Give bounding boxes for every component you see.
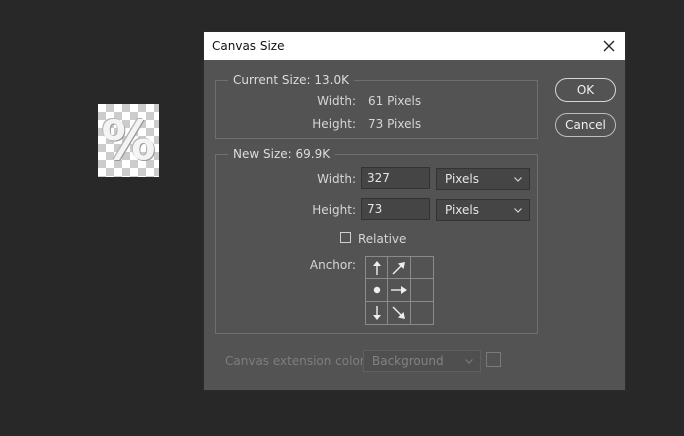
anchor-top-right[interactable] [410,257,433,280]
extension-color-value: Background [372,354,444,368]
width-unit-value: Pixels [445,172,480,186]
close-icon [603,40,615,52]
current-height-label: Height: [312,117,356,131]
cancel-button[interactable]: Cancel [555,113,616,137]
height-unit-select[interactable]: Pixels [436,199,530,221]
canvas-thumbnail: % [98,104,159,177]
anchor-grid [365,256,434,325]
height-input[interactable] [361,198,430,220]
current-width-value: 61 Pixels [368,94,422,108]
width-unit-select[interactable]: Pixels [436,168,530,190]
anchor-label: Anchor: [309,258,356,272]
chevron-down-icon [514,177,522,182]
new-width-label: Width: [317,172,356,186]
anchor-bottom-left[interactable] [366,301,389,324]
arrow-up-icon [372,260,381,275]
relative-checkbox[interactable] [340,232,351,243]
thumbnail-glyph: % [101,108,156,172]
width-input[interactable] [361,167,430,189]
new-height-label: Height: [312,203,356,217]
relative-label[interactable]: Relative [358,232,406,246]
current-size-legend: Current Size: 13.0K [228,73,354,87]
anchor-dot-icon [373,286,380,294]
new-size-legend: New Size: 69.9K [228,147,336,161]
canvas-size-dialog: Canvas Size Current Size: 13.0K Width: 6… [203,31,626,391]
chevron-down-icon [465,359,473,364]
anchor-bottom-center[interactable] [388,301,411,324]
arrow-down-right-icon [392,306,405,319]
arrow-down-icon [372,305,381,320]
extension-color-swatch[interactable] [486,352,501,367]
dialog-title: Canvas Size [212,39,285,53]
extension-color-select[interactable]: Background [363,350,481,372]
arrow-right-icon [390,285,407,294]
current-width-label: Width: [317,94,356,108]
ok-button[interactable]: OK [555,78,616,102]
extension-color-label: Canvas extension color: [225,354,369,368]
anchor-center[interactable] [388,279,411,302]
anchor-top-center[interactable] [388,257,411,280]
height-unit-value: Pixels [445,203,480,217]
close-button[interactable] [599,36,619,56]
arrow-up-right-icon [392,261,405,275]
dialog-titlebar: Canvas Size [204,32,625,60]
anchor-top-left[interactable] [366,257,389,280]
current-height-value: 73 Pixels [368,117,422,131]
anchor-bottom-right[interactable] [411,302,433,324]
anchor-middle-right[interactable] [410,279,433,302]
chevron-down-icon [514,208,522,213]
anchor-middle-left[interactable] [366,279,389,302]
